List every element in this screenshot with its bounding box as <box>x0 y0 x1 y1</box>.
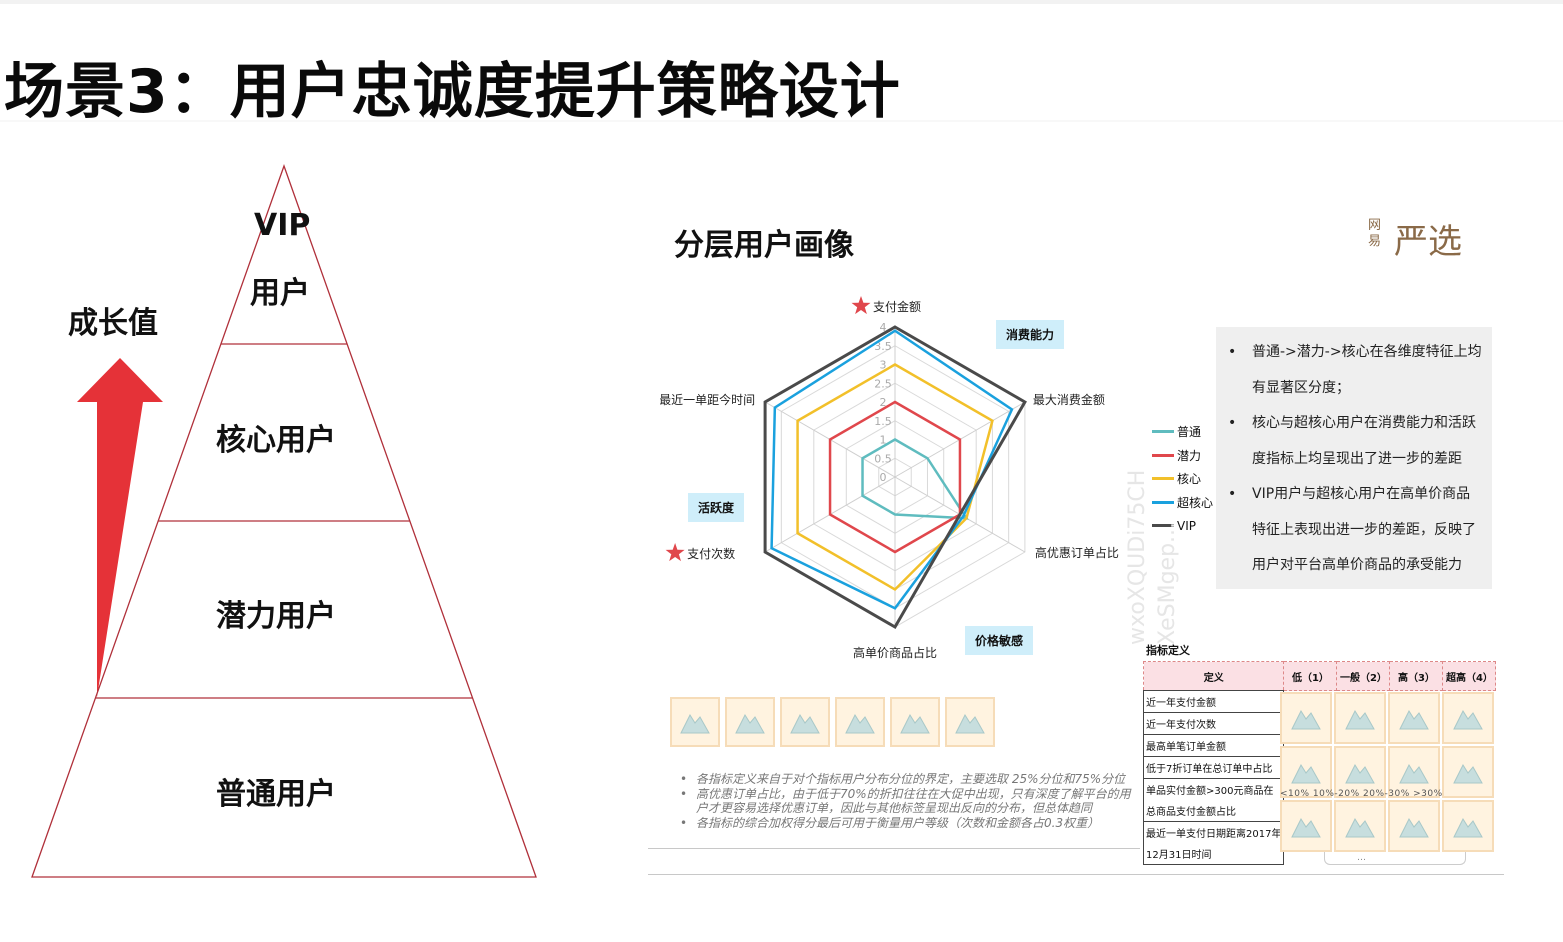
tier-potential: 潜力用户 <box>216 599 336 634</box>
growth-arrow <box>77 358 163 697</box>
finding-3: VIP用户与超核心用户在高单价商品特征上表现出进一步的差距，反映了用户对平台高单… <box>1228 477 1484 584</box>
broken-image-icon <box>725 697 775 747</box>
header-very-high: 超高（4） <box>1442 661 1497 691</box>
broken-image-icon <box>670 697 720 747</box>
legend-swatch <box>1152 430 1174 434</box>
panel-bottom-line <box>648 874 1504 875</box>
finding-1: 普通->潜力->核心在各维度特征上均有显著区分度； <box>1228 335 1484 406</box>
broken-image-icon <box>1280 692 1332 744</box>
watermark: wxoXQUDi75CH XeSMgep... <box>1125 470 1180 645</box>
tier-vip-line1: VIP <box>254 208 311 243</box>
indicator-table-title: 指标定义 <box>1146 644 1190 657</box>
broken-image-icon <box>1388 692 1440 744</box>
legend-label: 普通 <box>1177 425 1202 440</box>
footnote-2: 高优惠订单占比，由于低于70%的折扣往往在大促中出现，只有深度了解平台的用户才更… <box>680 787 1132 816</box>
partial-frame <box>1324 852 1466 865</box>
brand-big-text: 严选 <box>1394 222 1462 262</box>
header-definition: 定义 <box>1142 661 1285 691</box>
scale-partial-text: <10% 10%-20% 20%-30% >30% <box>1280 789 1443 799</box>
radar-tick-label: 2.5 <box>874 377 892 390</box>
indicator-cell: 低于7折订单在总订单中占比 <box>1142 756 1285 779</box>
broken-image-icon <box>1280 800 1332 852</box>
radar-axis-label: 支付次数 <box>687 546 735 561</box>
watermark-line2: XeSMgep... <box>1155 522 1180 645</box>
divider-line <box>648 848 1140 849</box>
indicator-cell: 最高单笔订单金额 <box>1142 734 1285 757</box>
indicator-cell: 12月31日时间 <box>1142 843 1285 865</box>
tier-normal: 普通用户 <box>216 777 336 812</box>
tier-vip-line2: 用户 <box>250 276 310 311</box>
category-price-sensitivity: 价格敏感 <box>965 626 1034 655</box>
tier-core: 核心用户 <box>216 423 336 458</box>
header-normal: 一般（2） <box>1336 661 1391 691</box>
header-high: 高（3） <box>1389 661 1444 691</box>
star-icon <box>851 296 871 315</box>
radar-tick-label: 0 <box>880 471 887 484</box>
indicator-cell: 近一年支付次数 <box>1142 712 1285 735</box>
broken-image-icon <box>1388 800 1440 852</box>
category-consumption: 消费能力 <box>996 320 1065 349</box>
radar-axis-label: 高单价商品占比 <box>853 645 937 660</box>
brand-logo: 网易 严选 <box>1368 216 1478 262</box>
star-icon <box>665 543 685 562</box>
broken-image-icon <box>1442 746 1494 798</box>
broken-image-icon <box>835 697 885 747</box>
category-activity: 活跃度 <box>688 493 745 522</box>
indicator-cell: 总商品支付金额占比 <box>1142 800 1285 822</box>
finding-2: 核心与超核心用户在消费能力和活跃度指标上均呈现出了进一步的差距 <box>1228 406 1484 477</box>
broken-image-icon <box>945 697 995 747</box>
panel-title: 分层用户画像 <box>674 228 854 263</box>
radar-axis-label: 最近一单距今时间 <box>660 392 755 407</box>
broken-image-icon <box>1442 800 1494 852</box>
legend-item: 普通 <box>1152 420 1213 444</box>
radar-axis-label: 高优惠订单占比 <box>1035 545 1119 560</box>
growth-value-label: 成长值 <box>68 306 158 341</box>
indicator-cell: 单品实付金额>300元商品在 <box>1142 778 1285 800</box>
footnote-1: 各指标定义来自于对个指标用户分布分位的界定，主要选取 25%分位和75%分位 <box>680 772 1132 787</box>
broken-image-icon <box>1334 800 1386 852</box>
broken-image-icon <box>780 697 830 747</box>
broken-image-icon <box>1442 692 1494 744</box>
partial-frame-text: … <box>1357 853 1366 863</box>
header-low: 低（1） <box>1283 661 1338 691</box>
findings-box: 普通->潜力->核心在各维度特征上均有显著区分度； 核心与超核心用户在消费能力和… <box>1216 327 1492 589</box>
brand-small-text: 网易 <box>1368 218 1382 249</box>
indicator-header-row: 定义 低（1） 一般（2） 高（3） 超高（4） <box>1142 661 1497 691</box>
radar-tick-label: 1.5 <box>874 415 892 428</box>
footnote-3: 各指标的综合加权得分最后可用于衡量用户等级（次数和金额各占0.3权重） <box>680 816 1132 831</box>
indicator-cell: 最近一单支付日期距离2017年 <box>1142 821 1285 843</box>
watermark-line1: wxoXQUDi75CH <box>1125 470 1150 645</box>
indicator-cell: 近一年支付金额 <box>1142 690 1285 713</box>
radar-tick-label: 0.5 <box>874 452 892 465</box>
image-placeholder-row <box>670 697 1000 747</box>
broken-image-icon <box>890 697 940 747</box>
footnotes: 各指标定义来自于对个指标用户分布分位的界定，主要选取 25%分位和75%分位 高… <box>680 772 1132 830</box>
radar-axis-label: 最大消费金额 <box>1033 392 1105 407</box>
radar-axis-label: 支付金额 <box>873 299 921 314</box>
image-placeholder-grid <box>1280 692 1494 852</box>
broken-image-icon <box>1334 692 1386 744</box>
